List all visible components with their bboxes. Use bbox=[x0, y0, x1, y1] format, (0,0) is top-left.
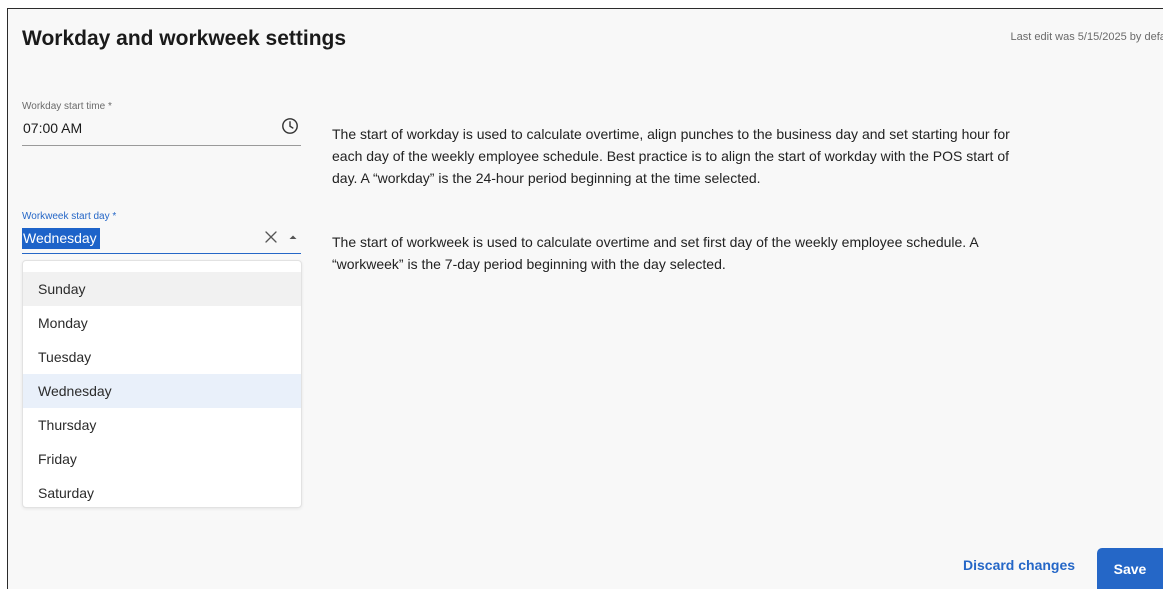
workweek-description: The start of workweek is used to calcula… bbox=[332, 234, 978, 272]
workweek-options-list: Sunday Monday Tuesday Wednesday Thursday… bbox=[22, 260, 302, 508]
close-icon[interactable] bbox=[263, 229, 279, 245]
discard-changes-button[interactable]: Discard changes bbox=[963, 557, 1075, 573]
settings-panel: Workday and workweek settings Last edit … bbox=[7, 8, 1163, 589]
caret-up-icon[interactable] bbox=[287, 231, 299, 243]
option-thursday[interactable]: Thursday bbox=[23, 408, 301, 442]
workday-description: The start of workday is used to calculat… bbox=[332, 126, 1010, 186]
clock-icon[interactable] bbox=[281, 117, 299, 135]
workday-start-label: Workday start time * bbox=[22, 101, 112, 112]
workday-start-time-value[interactable]: 07:00 AM bbox=[23, 120, 82, 136]
option-wednesday[interactable]: Wednesday bbox=[23, 374, 301, 408]
workweek-start-label: Workweek start day * bbox=[22, 211, 117, 222]
option-tuesday[interactable]: Tuesday bbox=[23, 340, 301, 374]
option-saturday[interactable]: Saturday bbox=[23, 476, 301, 507]
workweek-start-day-input[interactable]: Wednesday bbox=[22, 228, 100, 249]
last-edit-info: Last edit was 5/15/2025 by defau bbox=[1010, 31, 1163, 43]
option-sunday[interactable]: Sunday bbox=[23, 272, 301, 306]
save-button[interactable]: Save bbox=[1097, 548, 1163, 589]
workday-start-time-field[interactable]: 07:00 AM bbox=[22, 115, 301, 146]
page-title: Workday and workweek settings bbox=[22, 27, 347, 50]
option-monday[interactable]: Monday bbox=[23, 306, 301, 340]
workweek-start-day-field[interactable]: Wednesday bbox=[22, 227, 301, 254]
option-friday[interactable]: Friday bbox=[23, 442, 301, 476]
save-button-label: Save bbox=[1113, 560, 1147, 577]
